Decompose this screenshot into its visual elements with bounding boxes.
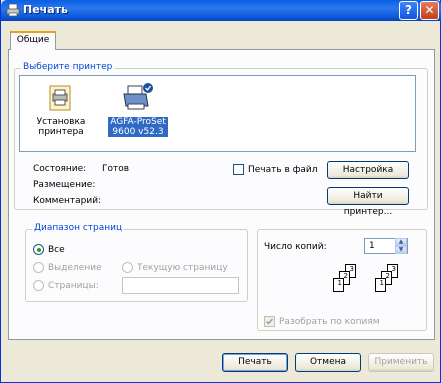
print-dialog: Печать ? ✕ Общие Выберите принтер Устано…	[0, 0, 441, 383]
page-range-title: Диапазон страниц	[32, 223, 125, 233]
printer-group-title: Выберите принтер	[21, 62, 115, 72]
status-value: Готов	[102, 164, 130, 174]
range-selection-radio[interactable]	[33, 262, 44, 273]
find-printer-button[interactable]: Найти принтер...	[327, 187, 409, 217]
copies-label: Число копий:	[264, 242, 327, 252]
collate-label: Разобрать по копиям	[279, 317, 380, 327]
title-bar[interactable]: Печать ? ✕	[1, 0, 441, 21]
print-to-file-checkbox[interactable]	[233, 164, 244, 175]
window-title: Печать	[23, 3, 68, 16]
checkmark-icon	[265, 318, 274, 325]
printer-item-label: Установка принтера	[36, 117, 86, 137]
range-current-page-label: Текущую страницу	[137, 263, 228, 273]
location-label: Размещение:	[33, 180, 96, 190]
spin-down-icon[interactable]: ▼	[395, 246, 407, 254]
add-printer-icon	[49, 85, 71, 111]
comment-label: Комментарий:	[33, 196, 102, 206]
close-button[interactable]: ✕	[420, 1, 439, 20]
range-pages-radio[interactable]	[33, 280, 44, 291]
printer-icon	[6, 3, 20, 17]
help-button[interactable]: ?	[399, 1, 418, 20]
print-to-file-label: Печать в файл	[248, 165, 318, 175]
range-all-radio[interactable]	[33, 244, 44, 255]
pages-input[interactable]	[122, 277, 239, 294]
collate-icon: 3 2 1	[373, 264, 413, 300]
copies-spinner[interactable]: ▲ ▼	[395, 238, 407, 254]
range-pages-label: Страницы:	[48, 281, 99, 291]
printer-item-label: AGFA-ProSet 9600 v52.3	[108, 117, 168, 137]
printer-list[interactable]: Установка принтера AGFA-ProSet 9600 v52.3	[19, 75, 416, 152]
spin-up-icon[interactable]: ▲	[395, 238, 407, 246]
cancel-button[interactable]: Отмена	[295, 353, 361, 372]
printer-item-agfa[interactable]: AGFA-ProSet 9600 v52.3	[106, 82, 170, 137]
settings-button[interactable]: Настройка	[327, 161, 409, 179]
status-label: Состояние:	[33, 164, 87, 174]
tab-general[interactable]: Общие	[10, 31, 56, 50]
range-selection-label: Выделение	[48, 263, 102, 273]
range-all-label: Все	[48, 245, 65, 255]
collate-icon: 3 2 1	[331, 264, 371, 300]
print-button[interactable]: Печать	[222, 353, 288, 372]
apply-button[interactable]: Применить	[368, 353, 434, 372]
printer-icon	[123, 83, 153, 110]
collate-checkbox[interactable]	[264, 316, 275, 327]
range-current-page-radio[interactable]	[122, 262, 133, 273]
printer-item-add[interactable]: Установка принтера	[29, 84, 93, 137]
